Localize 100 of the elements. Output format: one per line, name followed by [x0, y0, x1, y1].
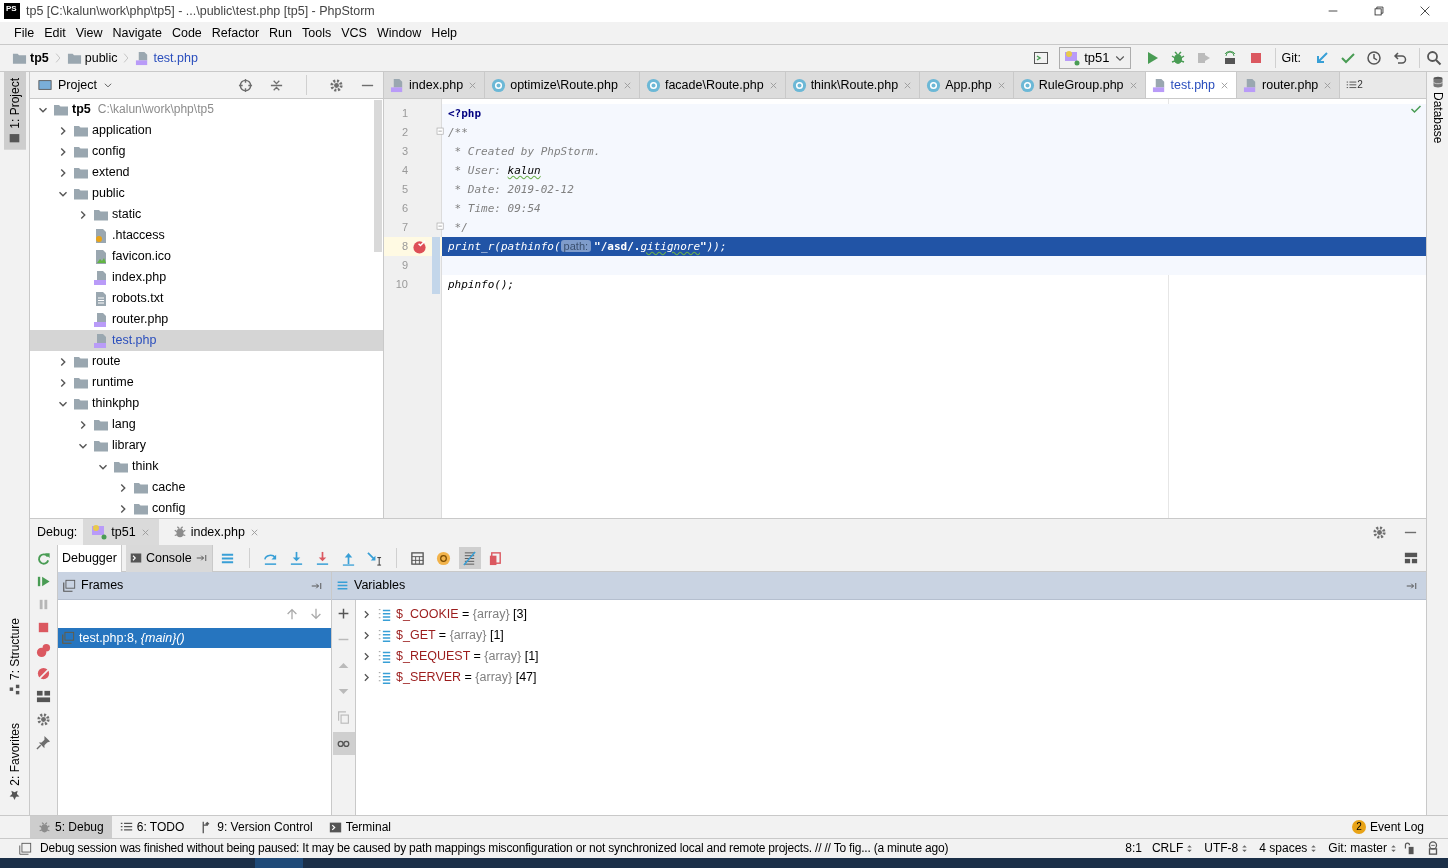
change-marker[interactable]: [432, 275, 440, 294]
down-arrow-icon[interactable]: [309, 607, 323, 621]
pin-arrow-icon[interactable]: [195, 552, 208, 564]
editor-tab[interactable]: test.php: [1145, 72, 1238, 98]
menu-item[interactable]: Edit: [39, 25, 71, 41]
status-message[interactable]: Debug session was finished without being paused: It may be caused by path mappings misconfiguration or not synchronized local and remote projects. // // To fig... (a minute ago): [40, 841, 949, 856]
window-icon[interactable]: [1033, 50, 1050, 66]
scrollbar[interactable]: [374, 100, 382, 252]
update-arrow-icon[interactable]: [1314, 50, 1330, 66]
up-arrow-icon[interactable]: [285, 607, 299, 621]
lock-icon[interactable]: [1403, 842, 1416, 855]
breakpoints-icon[interactable]: [36, 643, 51, 658]
inspection-ok-icon[interactable]: [1410, 103, 1422, 115]
layout-icon[interactable]: [36, 689, 51, 704]
session-tab[interactable]: tp51: [83, 519, 159, 545]
tree-item[interactable]: router.php: [30, 309, 383, 330]
view-selector[interactable]: Project: [38, 77, 113, 93]
breadcrumb[interactable]: public: [66, 50, 118, 66]
tab-overflow[interactable]: 2: [1340, 72, 1369, 98]
tree-item[interactable]: think: [30, 456, 383, 477]
tree-item[interactable]: .htaccess: [30, 225, 383, 246]
menu-item[interactable]: File: [9, 25, 40, 41]
debugger-tab[interactable]: Debugger: [58, 544, 122, 572]
tool-window-tab[interactable]: 7: Structure: [4, 612, 26, 702]
tree-item[interactable]: extend: [30, 162, 383, 183]
resume-icon[interactable]: [36, 574, 51, 589]
rerun-icon[interactable]: [36, 551, 51, 566]
message-icon[interactable]: [18, 841, 32, 856]
menu-item[interactable]: Run: [264, 25, 297, 41]
mute-icon[interactable]: [36, 666, 51, 681]
history-icon[interactable]: [1366, 50, 1382, 66]
restore-icon[interactable]: [1372, 4, 1386, 18]
tree-item[interactable]: static: [30, 204, 383, 225]
settings-icon[interactable]: [329, 77, 344, 93]
commit-check-icon[interactable]: [1340, 50, 1356, 66]
menu-item[interactable]: View: [70, 25, 108, 41]
stop-icon[interactable]: [36, 620, 51, 635]
menu-item[interactable]: Tools: [297, 25, 337, 41]
debugger-tab[interactable]: Console: [125, 544, 213, 572]
status-item[interactable]: 4 spaces: [1254, 841, 1324, 856]
editor-tab[interactable]: optimize\Route.php: [485, 72, 640, 98]
inspector-icon[interactable]: [1426, 841, 1440, 856]
tree-item[interactable]: test.php: [30, 330, 383, 351]
glasses-button[interactable]: [332, 732, 355, 755]
settings-icon[interactable]: [1372, 524, 1387, 540]
tool-window-button[interactable]: 9: Version Control: [192, 816, 321, 838]
event-log-button[interactable]: 2 Event Log: [1343, 816, 1432, 838]
close-icon[interactable]: [1418, 4, 1432, 18]
run-config-select[interactable]: tp51: [1059, 47, 1131, 69]
editor-tab[interactable]: index.php: [384, 72, 486, 98]
status-item[interactable]: CRLF: [1146, 841, 1200, 856]
tree-item[interactable]: thinkphp: [30, 393, 383, 414]
status-item[interactable]: Git: master: [1323, 841, 1403, 856]
editor-tab[interactable]: think\Route.php: [785, 72, 921, 98]
revert-icon[interactable]: [1392, 50, 1408, 66]
breadcrumb[interactable]: tp5: [12, 50, 49, 66]
layout-icon[interactable]: [1404, 551, 1418, 565]
editor-tab[interactable]: facade\Route.php: [639, 72, 786, 98]
tool-window-button[interactable]: 5: Debug: [30, 816, 112, 838]
tool-window-tab[interactable]: 2: Favorites: [4, 717, 26, 807]
tree-item[interactable]: route: [30, 351, 383, 372]
breadcrumb[interactable]: test.php: [135, 50, 198, 66]
tool-window-tab[interactable]: Database: [1427, 72, 1448, 148]
debug-icon[interactable]: [1169, 50, 1186, 66]
tree-item[interactable]: config: [30, 498, 383, 518]
frame-item[interactable]: test.php:8, {main}(): [58, 628, 331, 648]
search-icon[interactable]: [1426, 50, 1442, 66]
tree-item[interactable]: runtime: [30, 372, 383, 393]
tree-item[interactable]: application: [30, 120, 383, 141]
settings-icon[interactable]: [36, 712, 51, 727]
breakpoint-icon[interactable]: [411, 239, 427, 254]
tree-item[interactable]: cache: [30, 477, 383, 498]
tool-window-button[interactable]: 6: TODO: [111, 816, 193, 838]
menu-item[interactable]: Refactor: [206, 25, 265, 41]
tree-item[interactable]: favicon.ico: [30, 246, 383, 267]
variable-row[interactable]: $_COOKIE = {array} [3]: [356, 604, 1426, 625]
editor-tab[interactable]: router.php: [1237, 72, 1341, 98]
menu-item[interactable]: VCS: [336, 25, 372, 41]
menu-item[interactable]: Navigate: [107, 25, 167, 41]
menu-item[interactable]: Help: [426, 25, 463, 41]
tree-item[interactable]: index.php: [30, 267, 383, 288]
locate-icon[interactable]: [238, 77, 253, 93]
tool-window-button[interactable]: Terminal: [320, 816, 400, 838]
variable-row[interactable]: $_SERVER = {array} [47]: [356, 667, 1426, 688]
tree-item[interactable]: config: [30, 141, 383, 162]
editor-tab[interactable]: RuleGroup.php: [1013, 72, 1146, 98]
stripes-button[interactable]: [458, 547, 481, 569]
change-marker[interactable]: [432, 237, 440, 256]
variable-row[interactable]: $_GET = {array} [1]: [356, 625, 1426, 646]
status-item[interactable]: UTF-8: [1199, 841, 1255, 856]
editor-tab[interactable]: App.php: [920, 72, 1014, 98]
tool-window-tab[interactable]: 1: Project: [4, 72, 26, 150]
tree-item[interactable]: tp5 C:\kalun\work\php\tp5: [30, 99, 383, 120]
variable-row[interactable]: $_REQUEST = {array} [1]: [356, 646, 1426, 667]
menu-item[interactable]: Window: [371, 25, 427, 41]
tree-item[interactable]: robots.txt: [30, 288, 383, 309]
tree-item[interactable]: public: [30, 183, 383, 204]
pin-icon[interactable]: [36, 735, 51, 750]
menu-item[interactable]: Code: [166, 25, 207, 41]
tree-item[interactable]: library: [30, 435, 383, 456]
